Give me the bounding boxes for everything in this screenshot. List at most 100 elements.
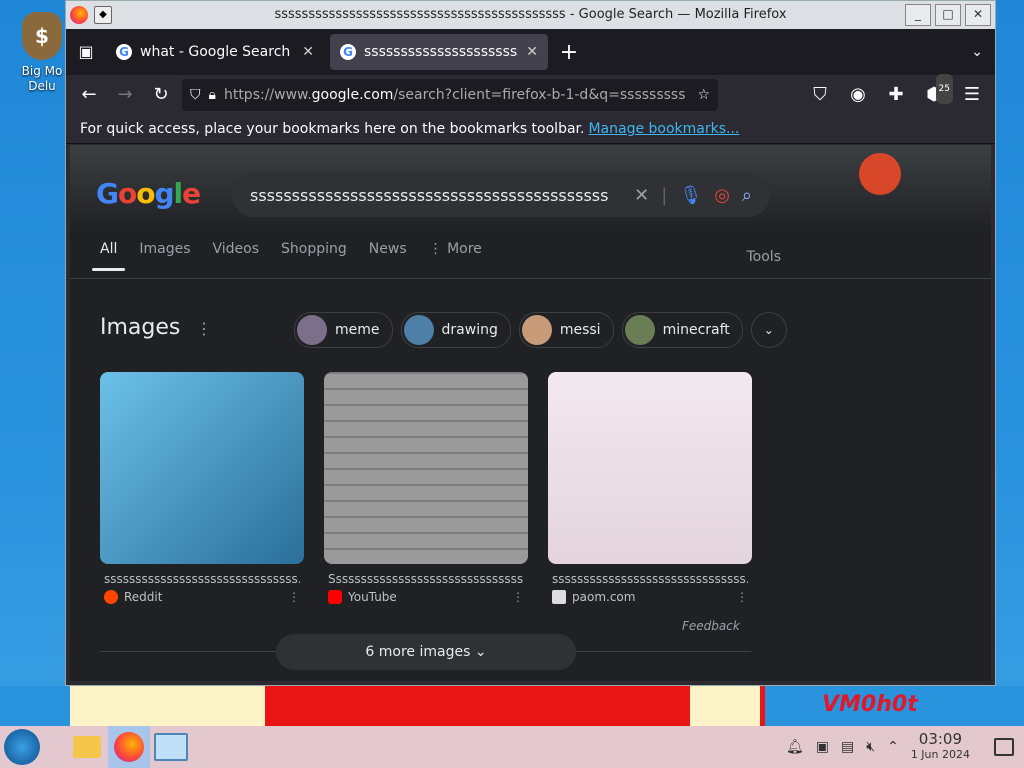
account-icon[interactable]: ◉ [843,80,873,110]
shield-icon[interactable]: ⛉ [190,87,201,103]
filter-news[interactable]: News [369,241,407,257]
clock-time: 03:09 [918,730,963,748]
search-box[interactable]: ssssssssssssssssssssssssssssssssssssssss… [232,173,770,217]
tab-what-google-search[interactable]: G what - Google Search ✕ [106,34,324,70]
tools-button[interactable]: Tools [747,249,782,265]
manage-bookmarks-link[interactable]: Manage bookmarks... [588,121,739,137]
extensions-icon[interactable]: ✚ [881,80,911,110]
filter-images[interactable]: Images [139,241,190,257]
reload-button[interactable]: ↻ [146,80,176,110]
clock-date: 1 Jun 2024 [910,748,970,761]
chip-messi[interactable]: messi [518,312,614,348]
chip-thumbnail [403,315,434,345]
result-source[interactable]: paom.com [572,590,635,604]
chip-thumbnail [521,315,552,345]
chip-drawing[interactable]: drawing [400,312,511,348]
new-tab-button[interactable]: + [554,40,584,65]
start-menu-button[interactable] [4,729,40,765]
result-image[interactable] [548,372,752,564]
firefox-icon [114,732,144,762]
filter-videos[interactable]: Videos [213,241,260,257]
lock-icon[interactable]: 🔒︎ [209,87,216,103]
window-title: ssssssssssssssssssssssssssssssssssssssss… [274,7,787,22]
firefox-view-button[interactable]: ▣ [72,38,100,66]
search-filters: All Images Videos Shopping News ⋮ More [91,241,482,271]
images-options-icon[interactable]: ⋮ [196,319,212,338]
url-bar[interactable]: ⛉ 🔒︎ https://www.google.com/search?clien… [182,79,718,111]
taskbar-system-settings[interactable] [150,726,192,768]
feedback-link[interactable]: Feedback [682,619,740,633]
close-tab-icon[interactable]: ✕ [526,44,538,60]
desktop-icon-label: Big Mo Delu [21,64,63,93]
system-tray: 🔔︎ ▣ ▤ 🔇︎ ⌃ 03:09 1 Jun 2024 [786,732,1024,762]
bookmark-star-icon[interactable]: ☆ [697,87,710,103]
taskbar-firefox[interactable] [108,726,150,768]
tab-label: ssssssssssssssssssssssssssssssssssssssss… [364,44,518,60]
images-heading: Images [100,315,181,340]
clock[interactable]: 03:09 1 Jun 2024 [911,732,970,762]
clipboard-icon[interactable]: ▤ [841,739,854,755]
voice-search-icon[interactable]: 🎙︎ [679,185,702,206]
taskbar-file-manager[interactable] [66,726,108,768]
bookmarks-toolbar: For quick access, place your bookmarks h… [66,115,995,144]
money-bag-icon [22,12,62,60]
close-tab-icon[interactable]: ✕ [302,44,314,60]
search-icon[interactable]: ⌕ [742,185,752,206]
more-options-icon[interactable]: ⋮ [736,590,748,604]
result-caption[interactable]: Sssssssssssssssssssssssssssssss... [328,572,524,586]
volume-muted-icon[interactable]: 🔇︎ [866,739,875,755]
window-titlebar[interactable]: ◆ ssssssssssssssssssssssssssssssssssssss… [66,1,995,29]
result-caption[interactable]: sssssssssssssssssssssssssssssss... [104,572,300,586]
image-result-card[interactable]: sssssssssssssssssssssssssssssss... Reddi… [100,372,304,604]
ublock-icon[interactable]: ⬢ 25 [919,74,953,110]
google-logo[interactable]: Google [96,177,201,210]
bookmarks-message: For quick access, place your bookmarks h… [80,121,585,137]
desktop-icon-big-money[interactable]: Big Mo Delu [14,12,70,94]
image-results: sssssssssssssssssssssssssssssss... Reddi… [100,372,752,604]
google-favicon-icon: G [116,44,132,60]
result-image[interactable] [100,372,304,564]
paom-icon [552,590,566,604]
folder-icon [73,736,101,758]
url-text[interactable]: https://www.google.com/search?client=fir… [224,87,689,103]
result-caption[interactable]: sssssssssssssssssssssssssssssss... [552,572,748,586]
firefox-window: ◆ ssssssssssssssssssssssssssssssssssssss… [65,0,996,686]
reddit-icon [104,590,118,604]
list-all-tabs-icon[interactable]: ⌄ [971,44,983,60]
chip-meme[interactable]: meme [294,312,393,348]
search-input[interactable]: ssssssssssssssssssssssssssssssssssssssss… [250,186,622,205]
notifications-icon[interactable]: 🔔︎ [786,739,804,755]
pocket-icon[interactable]: ⛉ [805,80,835,110]
image-result-card[interactable]: Sssssssssssssssssssssssssssssss... YouTu… [324,372,528,604]
chevron-down-icon: ⌄ [474,644,487,660]
result-image[interactable] [324,372,528,564]
chevron-up-icon[interactable]: ⌃ [887,739,899,755]
clear-search-icon[interactable]: ✕ [634,185,649,206]
result-source[interactable]: YouTube [348,590,397,604]
maximize-button[interactable]: □ [935,4,961,26]
minimize-button[interactable]: _ [905,4,931,26]
wallpaper-strip: VM0h0t [0,686,1024,726]
more-images-button[interactable]: 6 more images ⌄ [276,634,576,670]
chip-minecraft[interactable]: minecraft [621,312,743,348]
image-chips: meme drawing messi minecraft ⌄ [294,312,787,348]
chip-thumbnail [297,315,327,345]
menu-icon[interactable]: ☰ [957,80,987,110]
forward-button[interactable]: → [110,80,140,110]
back-button[interactable]: ← [74,80,104,110]
lens-search-icon[interactable]: ◎ [714,185,730,206]
result-source[interactable]: Reddit [124,590,162,604]
close-window-button[interactable]: ✕ [965,4,991,26]
tab-current-search[interactable]: G ssssssssssssssssssssssssssssssssssssss… [330,34,548,70]
expand-chips-icon[interactable]: ⌄ [750,312,787,348]
filter-all[interactable]: All [91,241,126,271]
show-desktop-icon[interactable] [994,738,1014,756]
network-icon[interactable]: ▣ [816,739,829,755]
filter-shopping[interactable]: Shopping [281,241,347,257]
monitor-icon [154,733,188,761]
tab-bar: ▣ G what - Google Search ✕ G sssssssssss… [66,29,995,75]
filter-more[interactable]: ⋮ More [429,241,482,257]
more-options-icon[interactable]: ⋮ [512,590,524,604]
image-result-card[interactable]: sssssssssssssssssssssssssssssss... paom.… [548,372,752,604]
more-options-icon[interactable]: ⋮ [288,590,300,604]
